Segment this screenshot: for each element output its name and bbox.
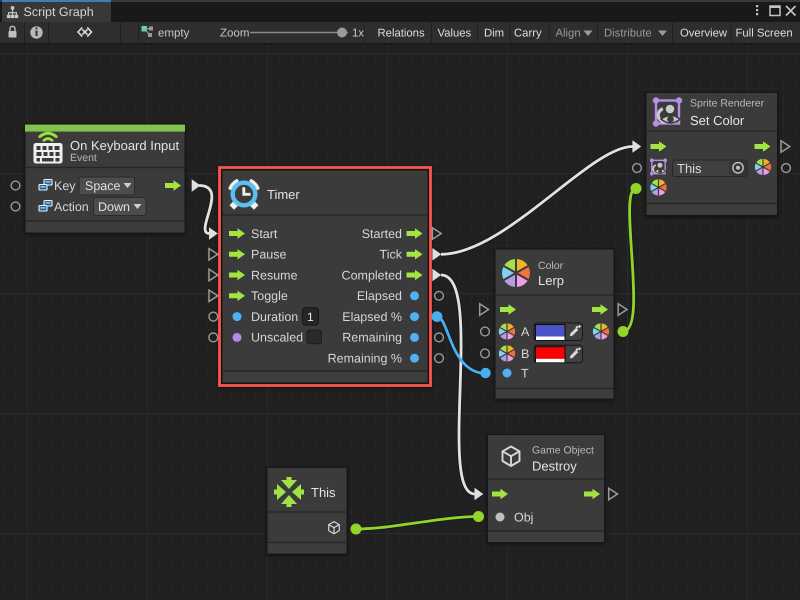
svg-text:Down: Down	[98, 200, 130, 214]
svg-text:Obj: Obj	[514, 511, 533, 525]
svg-text:Action: Action	[54, 200, 89, 214]
svg-text:B: B	[521, 347, 529, 361]
svg-text:Elapsed %: Elapsed %	[342, 310, 402, 324]
svg-text:Duration: Duration	[251, 310, 298, 324]
svg-text:Destroy: Destroy	[532, 459, 577, 474]
svg-text:Pause: Pause	[251, 248, 286, 262]
svg-text:Carry: Carry	[514, 28, 542, 40]
svg-text:T: T	[521, 367, 529, 381]
svg-text:This: This	[311, 485, 336, 500]
svg-text:On Keyboard Input: On Keyboard Input	[70, 138, 180, 153]
svg-text:Space: Space	[85, 179, 120, 193]
svg-text:Script Graph: Script Graph	[24, 5, 94, 19]
svg-text:Started: Started	[362, 227, 402, 241]
svg-text:Game Object: Game Object	[532, 445, 594, 457]
svg-text:Key: Key	[54, 179, 76, 193]
svg-text:Zoom: Zoom	[220, 28, 249, 40]
svg-text:Dim: Dim	[484, 28, 504, 40]
svg-text:empty: empty	[158, 28, 190, 40]
svg-text:Color: Color	[538, 260, 564, 272]
svg-text:Distribute: Distribute	[604, 28, 652, 40]
svg-text:Start: Start	[251, 227, 278, 241]
svg-text:Completed: Completed	[342, 268, 402, 282]
svg-text:Set Color: Set Color	[690, 113, 745, 128]
svg-text:Resume: Resume	[251, 268, 298, 282]
svg-text:1: 1	[307, 310, 314, 324]
svg-text:1x: 1x	[352, 28, 364, 40]
svg-text:Relations: Relations	[378, 28, 425, 40]
svg-text:Unscaled: Unscaled	[251, 331, 303, 345]
svg-text:Elapsed: Elapsed	[357, 289, 402, 303]
svg-text:Sprite Renderer: Sprite Renderer	[690, 98, 765, 110]
svg-text:Tick: Tick	[380, 248, 403, 262]
svg-text:Toggle: Toggle	[251, 289, 288, 303]
svg-text:A: A	[521, 325, 530, 339]
svg-text:Align: Align	[556, 28, 581, 40]
svg-text:This: This	[677, 161, 702, 176]
svg-text:Lerp: Lerp	[538, 273, 564, 288]
svg-text:Remaining: Remaining	[342, 331, 402, 345]
svg-text:Values: Values	[438, 28, 472, 40]
svg-text:Full Screen: Full Screen	[736, 28, 793, 40]
svg-text:Event: Event	[70, 152, 97, 164]
svg-text:Timer: Timer	[267, 187, 300, 202]
svg-text:Overview: Overview	[680, 28, 728, 40]
svg-text:Remaining %: Remaining %	[328, 352, 402, 366]
